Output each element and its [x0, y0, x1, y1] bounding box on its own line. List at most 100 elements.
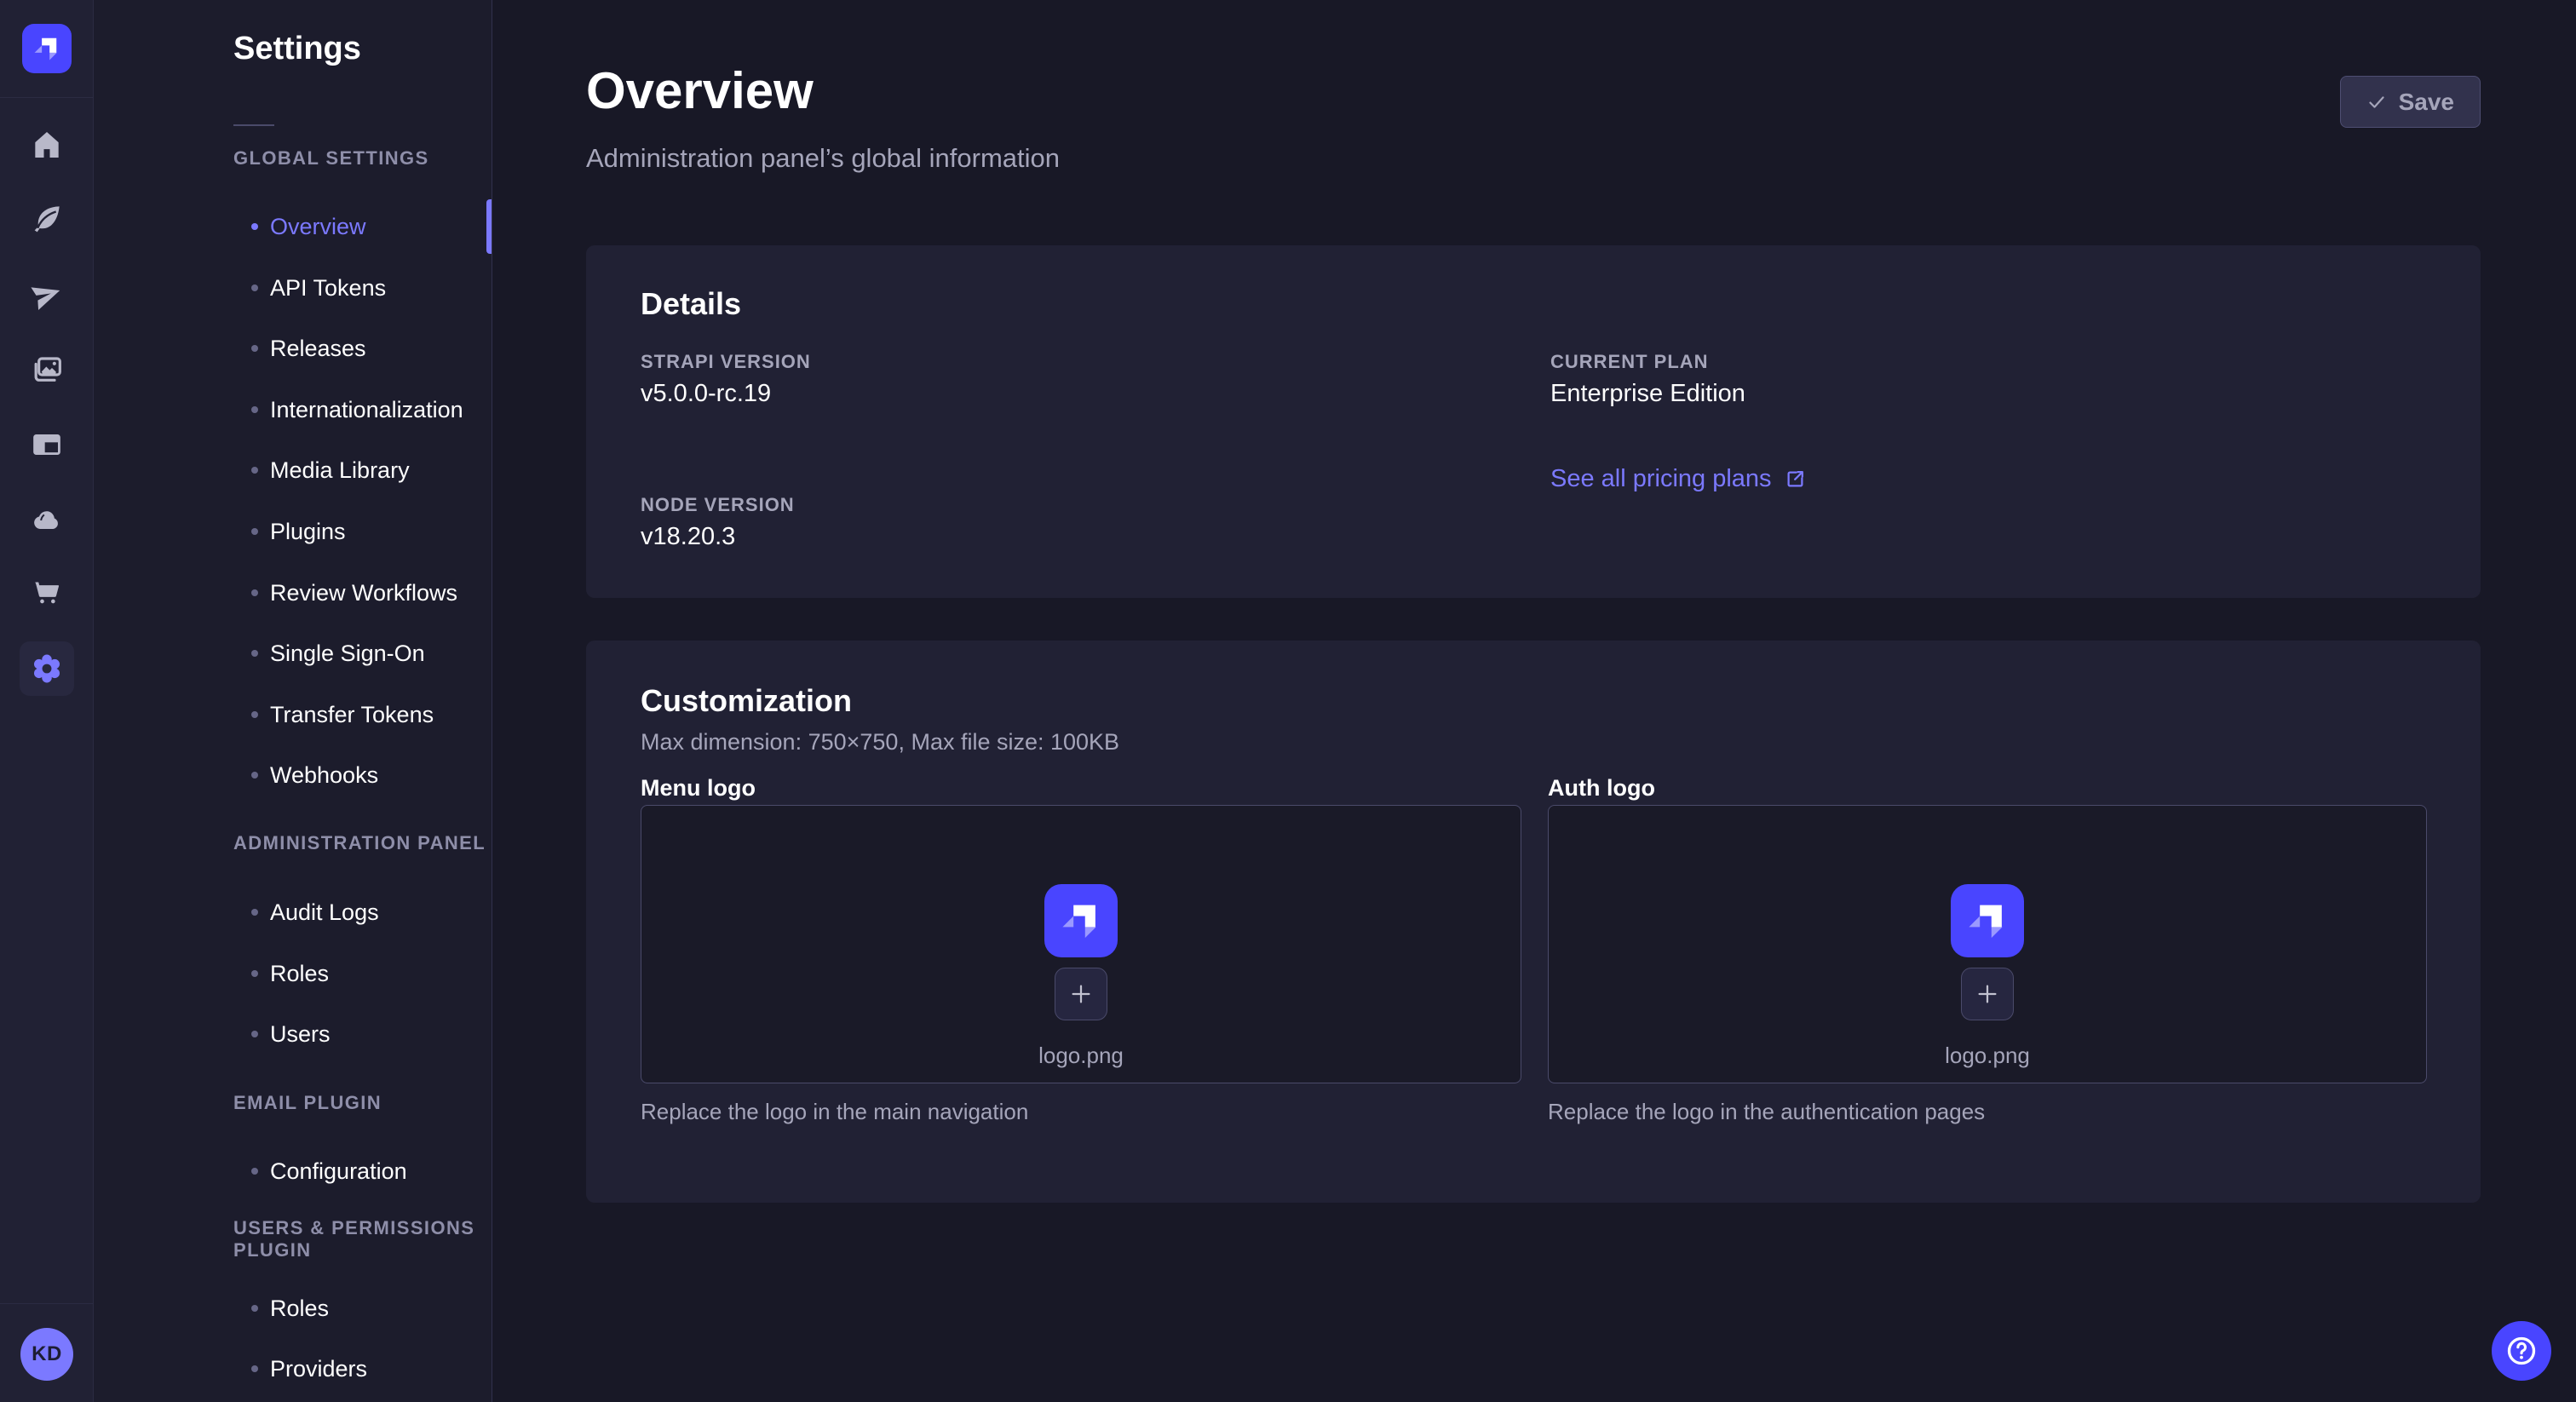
- subnav-item-review-workflows[interactable]: Review Workflows: [251, 574, 474, 612]
- customization-constraints: Max dimension: 750×750, Max file size: 1…: [641, 729, 1119, 756]
- question-mark-icon: [2504, 1334, 2539, 1368]
- section-header-users-permissions-plugin: USERS & PERMISSIONS PLUGIN: [233, 1227, 492, 1251]
- menu-logo-label: Menu logo: [641, 775, 756, 802]
- deploy-cloud-nav-button[interactable]: [30, 503, 64, 537]
- subnav-item-label: Releases: [270, 336, 366, 362]
- page-title: Overview: [586, 61, 814, 120]
- strapi-version-value: v5.0.0-rc.19: [641, 380, 771, 408]
- releases-nav-button[interactable]: [30, 278, 64, 312]
- content-manager-nav-button[interactable]: [30, 202, 64, 236]
- subnav-item-up-roles[interactable]: Roles: [251, 1290, 474, 1327]
- subnav-item-audit-logs[interactable]: Audit Logs: [251, 893, 474, 931]
- section-header-administration-panel: ADMINISTRATION PANEL: [233, 831, 486, 855]
- paper-plane-icon: [30, 278, 64, 312]
- subnav-item-label: Providers: [270, 1356, 367, 1382]
- auth-logo-upload-box[interactable]: logo.png: [1548, 805, 2427, 1083]
- cloud-icon: [30, 503, 64, 537]
- settings-subnav: Settings GLOBAL SETTINGS Overview API To…: [94, 0, 492, 1402]
- menu-logo-filename: logo.png: [1038, 1043, 1124, 1069]
- menu-logo-add-button[interactable]: [1055, 968, 1107, 1020]
- plus-icon: [1068, 981, 1094, 1007]
- bullet-icon: [251, 406, 258, 413]
- details-heading: Details: [641, 286, 741, 322]
- subnav-title-rule: [233, 124, 274, 126]
- layout-panel-icon: [30, 428, 64, 462]
- subnav-item-single-sign-on[interactable]: Single Sign-On: [251, 635, 474, 672]
- plus-icon: [1975, 981, 2000, 1007]
- media-library-nav-button[interactable]: [30, 353, 64, 387]
- section-header-global-settings: GLOBAL SETTINGS: [233, 147, 429, 170]
- pricing-plans-link[interactable]: See all pricing plans: [1550, 465, 1807, 493]
- subnav-item-label: Roles: [270, 1296, 329, 1322]
- subnav-item-label: Review Workflows: [270, 580, 457, 606]
- customization-heading: Customization: [641, 683, 852, 719]
- pricing-link-label: See all pricing plans: [1550, 465, 1772, 493]
- content-type-builder-nav-button[interactable]: [30, 428, 64, 462]
- home-icon: [30, 128, 64, 162]
- subnav-item-admin-users[interactable]: Users: [251, 1015, 474, 1053]
- subnav-title: Settings: [233, 31, 361, 67]
- subnav-item-label: Single Sign-On: [270, 641, 425, 667]
- auth-logo-caption: Replace the logo in the authentication p…: [1548, 1099, 1985, 1125]
- save-button[interactable]: Save: [2340, 76, 2481, 128]
- bullet-icon: [251, 1305, 258, 1312]
- subnav-item-up-providers[interactable]: Providers: [251, 1350, 474, 1388]
- page-subtitle: Administration panel’s global informatio…: [586, 143, 1060, 174]
- settings-nav-button-active[interactable]: [20, 641, 74, 696]
- save-button-label: Save: [2399, 89, 2454, 116]
- user-avatar[interactable]: KD: [20, 1328, 73, 1381]
- rail-bottom-divider: [0, 1303, 93, 1304]
- subnav-item-webhooks[interactable]: Webhooks: [251, 756, 474, 794]
- subnav-item-label: Transfer Tokens: [270, 702, 434, 728]
- strapi-logo-button[interactable]: [22, 24, 72, 73]
- subnav-item-api-tokens[interactable]: API Tokens: [251, 269, 474, 307]
- bullet-icon: [251, 528, 258, 535]
- home-nav-button[interactable]: [30, 128, 64, 162]
- external-link-icon: [1784, 468, 1807, 491]
- gear-icon: [29, 651, 65, 687]
- bullet-icon: [251, 711, 258, 718]
- check-icon: [2366, 92, 2387, 112]
- strapi-logo-icon: [1053, 893, 1109, 949]
- active-item-indicator: [486, 199, 492, 254]
- main-content: Overview Administration panel’s global i…: [492, 0, 2576, 1402]
- subnav-item-transfer-tokens[interactable]: Transfer Tokens: [251, 696, 474, 733]
- subnav-item-overview[interactable]: Overview: [251, 208, 474, 245]
- subnav-item-label: Internationalization: [270, 397, 463, 423]
- subnav-item-label: Roles: [270, 961, 329, 987]
- subnav-item-media-library[interactable]: Media Library: [251, 451, 474, 489]
- node-version-value: v18.20.3: [641, 523, 735, 551]
- menu-logo-upload-box[interactable]: logo.png: [641, 805, 1521, 1083]
- auth-logo-add-button[interactable]: [1961, 968, 2014, 1020]
- feather-icon: [30, 202, 64, 236]
- subnav-item-label: Configuration: [270, 1158, 407, 1185]
- marketplace-nav-button[interactable]: [30, 577, 64, 611]
- customization-card: Customization Max dimension: 750×750, Ma…: [586, 641, 2481, 1203]
- bullet-icon: [251, 970, 258, 977]
- subnav-item-label: API Tokens: [270, 275, 386, 302]
- subnav-item-label: Plugins: [270, 519, 346, 545]
- help-button[interactable]: [2492, 1321, 2551, 1381]
- subnav-item-label: Webhooks: [270, 762, 378, 789]
- subnav-item-label: Media Library: [270, 457, 410, 484]
- node-version-label: NODE VERSION: [641, 494, 795, 516]
- subnav-item-releases[interactable]: Releases: [251, 330, 474, 367]
- menu-logo-preview: [1044, 884, 1118, 957]
- bullet-icon: [251, 284, 258, 291]
- menu-logo-caption: Replace the logo in the main navigation: [641, 1099, 1028, 1125]
- bullet-icon: [251, 345, 258, 352]
- pictures-icon: [30, 353, 64, 387]
- subnav-item-admin-roles[interactable]: Roles: [251, 955, 474, 992]
- bullet-icon: [251, 1031, 258, 1037]
- subnav-item-email-configuration[interactable]: Configuration: [251, 1152, 474, 1190]
- auth-logo-preview: [1951, 884, 2024, 957]
- shopping-cart-icon: [30, 577, 64, 611]
- strapi-logo-icon: [1959, 893, 2015, 949]
- bullet-icon: [251, 772, 258, 779]
- bullet-icon: [251, 909, 258, 916]
- subnav-item-plugins[interactable]: Plugins: [251, 513, 474, 550]
- subnav-item-internationalization[interactable]: Internationalization: [251, 391, 474, 428]
- strapi-version-label: STRAPI VERSION: [641, 351, 811, 373]
- bullet-icon: [251, 467, 258, 474]
- bullet-icon: [251, 589, 258, 596]
